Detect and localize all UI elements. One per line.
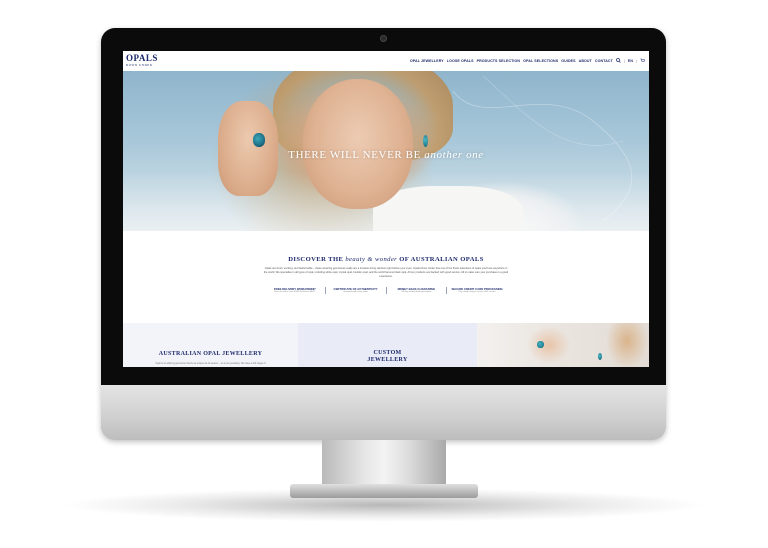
monitor-stand-foot [290,484,478,498]
hero-tagline-emphasis: another one [424,149,484,161]
monitor-stand-neck [322,440,446,487]
language-selector[interactable]: EN [628,59,633,63]
feature-money-back: MONEY BACK GUARANTEE 30 day money back g… [385,287,447,294]
camera-icon [380,35,387,42]
nav-link-about[interactable]: ABOUT [579,59,592,63]
feature-free-delivery: FREE DELIVERY WORLDWIDE* Free on orders … [265,287,325,294]
card-model-image[interactable] [477,323,649,367]
logo-main-text: OPALS [126,53,158,63]
card-title: AUSTRALIAN OPAL JEWELLERY [158,351,263,357]
hero-tagline: THERE WILL NEVER BE another one [123,149,649,161]
feature-certificate: CERTIFICATE OF AUTHENTICITY Included wit… [324,287,386,294]
opal-ring-image [537,341,544,348]
feature-strip: FREE DELIVERY WORLDWIDE* Free on orders … [265,287,507,294]
feature-subtitle: Included with every order [343,291,368,293]
nav-links: OPAL JEWELLERY LOOSE OPALS PRODUCTS SELE… [410,58,645,63]
discover-heading-lead: DISCOVER THE [288,256,344,263]
discover-heading-emphasis: beauty & wonder [345,256,398,263]
nav-link-guides[interactable]: GUIDES [561,59,575,63]
nav-divider: | [636,58,637,63]
nav-link-opal-selections[interactable]: OPAL SELECTIONS [523,59,558,63]
card-title-line2: JEWELLERY [367,357,408,363]
nav-link-opal-jewellery[interactable]: OPAL JEWELLERY [410,59,444,63]
website-screen: OPALS DOWN UNDER OPAL JEWELLERY LOOSE OP… [123,51,649,367]
card-custom-jewellery[interactable]: CUSTOM JEWELLERY [298,323,477,367]
monitor-chin [101,385,666,440]
card-australian-opal-jewellery[interactable]: AUSTRALIAN OPAL JEWELLERY Opal is an all… [123,323,298,367]
nav-divider: | [623,58,625,63]
feature-subtitle: Free on orders over $150 Delivered. AUD* [274,291,316,293]
navbar: OPALS DOWN UNDER OPAL JEWELLERY LOOSE OP… [123,51,649,71]
nav-link-loose-opals[interactable]: LOOSE OPALS [447,59,474,63]
opal-pendant-image [598,353,602,360]
discover-body-text: Opals are fresh, exciting, and fashionab… [263,267,509,278]
feature-subtitle: 30 day money back guarantee [401,291,432,293]
card-title: CUSTOM JEWELLERY [298,350,477,364]
card-subtitle: Opal is an alluring gemstone that is as … [155,362,266,365]
discover-heading: DISCOVER THE beauty & wonder OF AUSTRALI… [123,256,649,263]
nav-link-contact[interactable]: CONTACT [595,59,613,63]
nav-link-products-selection[interactable]: PRODUCTS SELECTION [477,59,521,63]
card-title-line1: CUSTOM [373,350,402,356]
feature-secure-payment: SECURE CREDIT CARD PROCESSING Pay safely… [446,287,507,294]
hero-banner: THERE WILL NEVER BE another one [123,71,649,231]
hero-tagline-lead: THERE WILL NEVER BE [288,149,421,161]
discover-heading-tail: OF AUSTRALIAN OPALS [399,256,484,263]
feature-subtitle: Pay safely using a secure SSL service [458,291,496,293]
cart-icon[interactable] [640,58,645,63]
logo-sub-text: DOWN UNDER [126,63,153,67]
site-logo[interactable]: OPALS DOWN UNDER [126,54,160,69]
search-icon[interactable] [616,58,621,63]
